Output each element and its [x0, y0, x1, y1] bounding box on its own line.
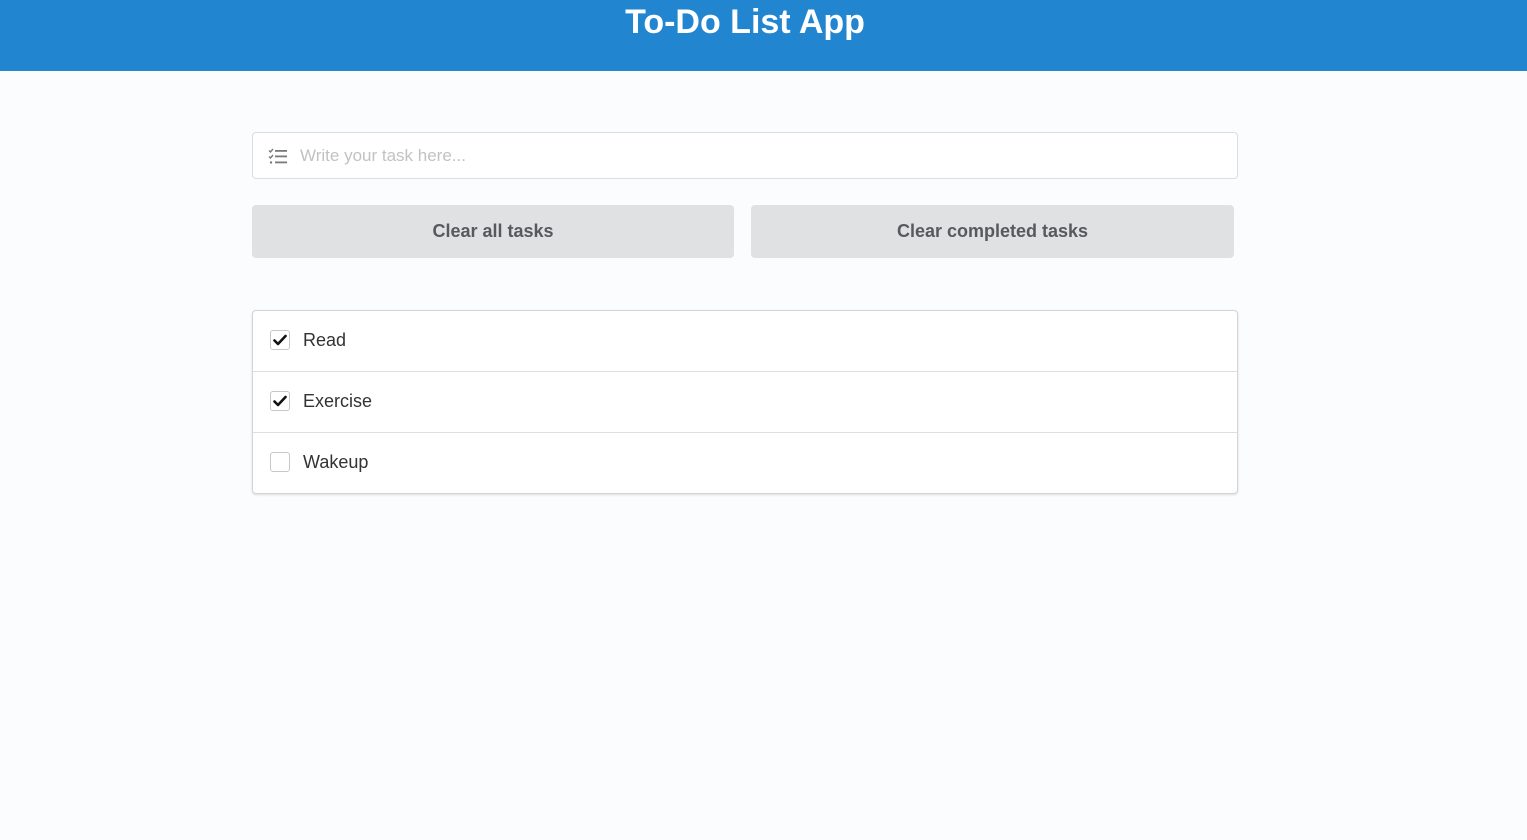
task-input-container[interactable]	[252, 132, 1238, 179]
clear-all-tasks-button[interactable]: Clear all tasks	[252, 205, 734, 258]
task-item: Wakeup	[253, 432, 1237, 493]
task-item: Exercise	[253, 371, 1237, 432]
task-checkbox[interactable]	[270, 391, 290, 411]
task-label[interactable]: Exercise	[303, 372, 372, 430]
task-label[interactable]: Wakeup	[303, 433, 368, 491]
clear-completed-tasks-button[interactable]: Clear completed tasks	[751, 205, 1234, 258]
task-checkbox[interactable]	[270, 330, 290, 350]
check-icon	[273, 334, 287, 346]
task-list: Read Exercise Wakeup	[252, 310, 1238, 494]
app-title: To-Do List App	[625, 3, 865, 41]
check-icon	[273, 395, 287, 407]
tasks-icon	[268, 147, 288, 165]
task-item: Read	[253, 311, 1237, 371]
task-input[interactable]	[300, 133, 1225, 178]
task-checkbox[interactable]	[270, 452, 290, 472]
app-header: To-Do List App	[0, 0, 1527, 71]
task-label[interactable]: Read	[303, 311, 346, 369]
